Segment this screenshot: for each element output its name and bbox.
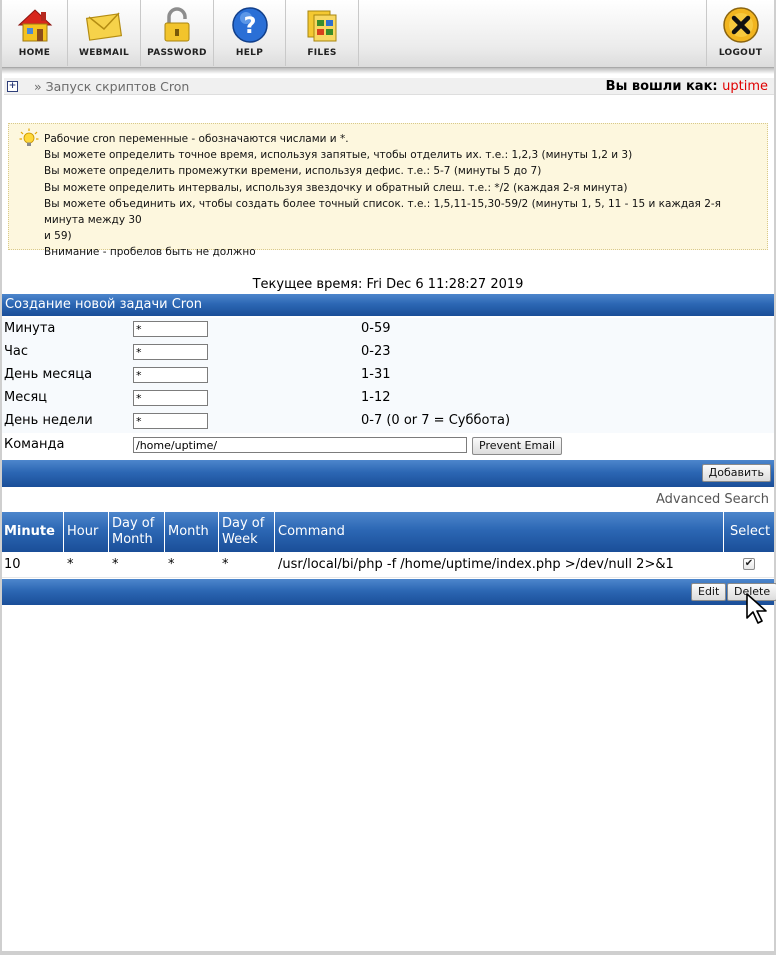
- form-row-month: Месяц 1-12: [2, 387, 774, 410]
- info-lines: Рабочие cron переменные - обозначаются ч…: [44, 131, 759, 261]
- info-box: Рабочие cron переменные - обозначаются ч…: [8, 123, 768, 258]
- day-of-week-input[interactable]: [133, 413, 208, 429]
- cell-command: /usr/local/bi/php -f /home/uptime/index.…: [278, 557, 674, 572]
- col-day-of-week-label-2: Week: [222, 532, 258, 547]
- logout-icon: [722, 7, 759, 43]
- day-of-month-range: 1-31: [361, 367, 391, 382]
- login-label: Вы вошли как:: [605, 79, 718, 94]
- info-line: Внимание - пробелов быть не должно: [44, 246, 256, 259]
- day-of-week-label: День недели: [4, 413, 93, 428]
- top-navigation: HOME WEBMAIL PASSWORD ? HELP FILES LOGOU…: [2, 0, 774, 74]
- padlock-icon: [164, 7, 190, 42]
- nav-webmail-label: WEBMAIL: [78, 48, 130, 58]
- command-label: Команда: [4, 437, 65, 452]
- day-of-month-input[interactable]: [133, 367, 208, 383]
- expand-toggle-icon[interactable]: +: [7, 81, 18, 92]
- col-day-of-month[interactable]: Day of Month: [109, 512, 165, 552]
- info-line: Вы можете определить промежутки времени,…: [44, 165, 542, 178]
- files-icon: [307, 10, 337, 42]
- mouse-cursor-icon: [746, 593, 767, 624]
- current-time: Текущее время: Fri Dec 6 11:28:27 2019: [252, 277, 524, 292]
- nav-help-label: HELP: [235, 48, 264, 58]
- nav-password-button[interactable]: PASSWORD: [141, 0, 214, 66]
- form-row-hour: Час 0-23: [2, 341, 774, 364]
- day-of-month-label: День месяца: [4, 367, 93, 382]
- breadcrumb-bar: + » Запуск скриптов Cron Вы вошли как: u…: [4, 78, 774, 95]
- cell-day-of-week: *: [222, 557, 229, 572]
- nav-shadow: [2, 68, 774, 74]
- col-hour-label: Hour: [67, 524, 99, 539]
- breadcrumb: » Запуск скриптов Cron: [34, 79, 190, 94]
- cell-hour: *: [67, 557, 74, 572]
- svg-text:?: ?: [243, 14, 256, 39]
- col-month-label: Month: [168, 524, 209, 539]
- col-day-of-month-label-2: Month: [112, 532, 153, 547]
- nav-logout-button[interactable]: LOGOUT: [706, 0, 774, 66]
- col-day-of-week[interactable]: Day of Week: [219, 512, 275, 552]
- nav-home-label: HOME: [18, 48, 51, 58]
- col-minute-label: Minute: [4, 524, 55, 539]
- month-range: 1-12: [361, 390, 391, 405]
- minute-label: Минута: [4, 321, 56, 336]
- info-line: и 59): [44, 230, 72, 243]
- edit-button[interactable]: Edit: [691, 583, 727, 601]
- login-info: Вы вошли как: uptime: [606, 79, 768, 94]
- help-icon: ?: [231, 7, 268, 43]
- col-command[interactable]: Command: [275, 512, 724, 552]
- nav-home-button[interactable]: HOME: [2, 0, 68, 66]
- nav-webmail-button[interactable]: WEBMAIL: [68, 0, 141, 66]
- nav-files-label: FILES: [307, 48, 337, 58]
- col-select-label: Select: [730, 524, 771, 539]
- lightbulb-icon: [19, 128, 39, 146]
- nav-files-button[interactable]: FILES: [286, 0, 359, 66]
- col-minute[interactable]: Minute: [2, 512, 64, 552]
- advanced-search-link[interactable]: Advanced Search: [656, 492, 769, 507]
- form-row-command: Команда Prevent Email: [2, 434, 774, 457]
- info-line: Вы можете определить интервалы, использу…: [44, 181, 628, 194]
- cell-minute: 10: [4, 557, 21, 572]
- login-username: uptime: [722, 79, 768, 94]
- day-of-week-range: 0-7 (0 or 7 = Суббота): [361, 413, 511, 428]
- minute-input[interactable]: [133, 321, 208, 337]
- new-cron-header: Создание новой задачи Cron: [2, 294, 774, 316]
- form-row-day-of-month: День месяца 1-31: [2, 364, 774, 387]
- prevent-email-button[interactable]: Prevent Email: [472, 437, 563, 455]
- add-button[interactable]: Добавить: [701, 464, 771, 482]
- hour-label: Час: [4, 344, 29, 359]
- month-label: Месяц: [4, 390, 48, 405]
- add-bar: Добавить: [2, 460, 774, 487]
- nav-help-button[interactable]: ? HELP: [214, 0, 286, 66]
- col-select[interactable]: Select: [724, 512, 774, 552]
- envelope-icon: [85, 12, 123, 41]
- table-header: Minute Hour Day of Month Month Day of We…: [2, 512, 774, 552]
- hour-input[interactable]: [133, 344, 208, 360]
- row-select-checkbox[interactable]: ✔: [743, 558, 755, 570]
- nav-password-label: PASSWORD: [147, 48, 207, 58]
- info-line: Вы можете определить точное время, испол…: [44, 149, 633, 162]
- table-row: 10 * * * * /usr/local/bi/php -f /home/up…: [2, 552, 774, 578]
- info-line: Рабочие cron переменные - обозначаются ч…: [44, 133, 349, 145]
- col-hour[interactable]: Hour: [64, 512, 109, 552]
- cell-month: *: [168, 557, 175, 572]
- page-frame: HOME WEBMAIL PASSWORD ? HELP FILES LOGOU…: [0, 0, 776, 955]
- month-input[interactable]: [133, 390, 208, 406]
- col-month[interactable]: Month: [165, 512, 219, 552]
- info-line: Вы можете объединить их, чтобы создать б…: [44, 197, 721, 227]
- form-row-minute: Минута 0-59: [2, 318, 774, 341]
- form-row-day-of-week: День недели 0-7 (0 or 7 = Суббота): [2, 410, 774, 433]
- hour-range: 0-23: [361, 344, 391, 359]
- command-input[interactable]: [133, 437, 467, 453]
- cell-day-of-month: *: [112, 557, 119, 572]
- nav-logout-label: LOGOUT: [718, 48, 763, 58]
- col-command-label: Command: [278, 524, 345, 539]
- col-day-of-week-label-1: Day of: [222, 516, 265, 531]
- home-icon: [17, 9, 52, 42]
- col-day-of-month-label-1: Day of: [112, 516, 155, 531]
- table-footer: Edit Delete: [2, 579, 776, 605]
- minute-range: 0-59: [361, 321, 391, 336]
